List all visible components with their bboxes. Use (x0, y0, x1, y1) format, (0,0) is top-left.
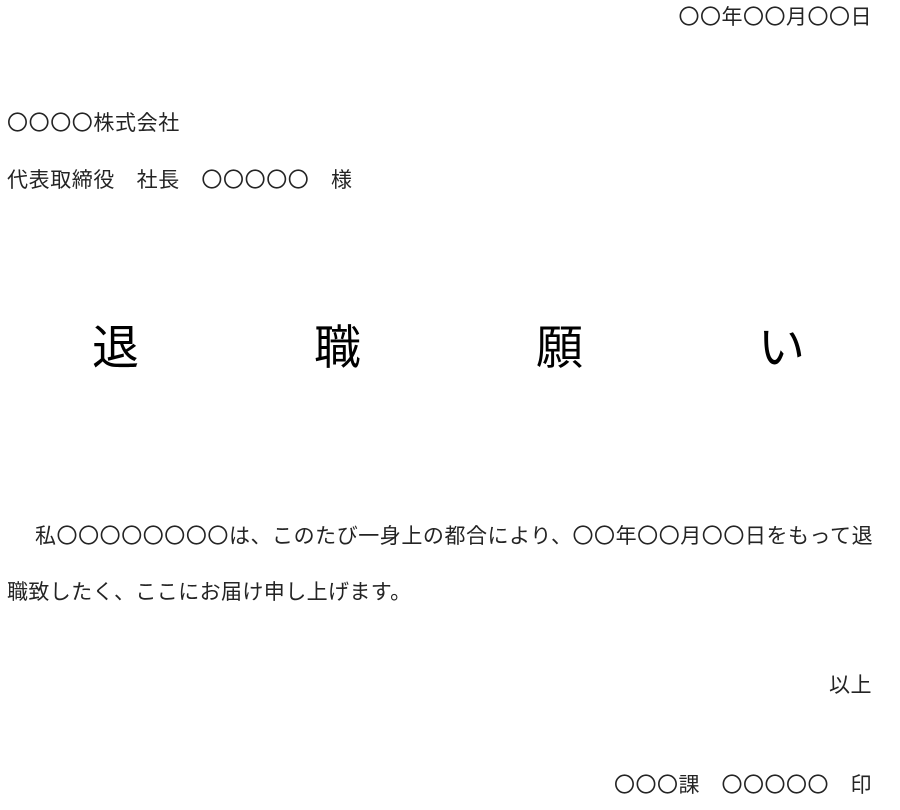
signature-line: 〇〇〇課 〇〇〇〇〇 印 (614, 773, 872, 797)
addressee-person: 代表取締役 社長 〇〇〇〇〇 様 (7, 168, 353, 192)
document-page: 〇〇年〇〇月〇〇日 〇〇〇〇株式会社 代表取締役 社長 〇〇〇〇〇 様 退職願い… (0, 0, 900, 810)
page-title: 退職願い (92, 321, 900, 376)
body-paragraph: 私〇〇〇〇〇〇〇〇は、このたび一身上の都合により、〇〇年〇〇月〇〇日をもって退職… (7, 524, 873, 604)
closing-note: 以上 (829, 673, 872, 697)
date-line: 〇〇年〇〇月〇〇日 (678, 5, 872, 29)
addressee-block: 〇〇〇〇株式会社 代表取締役 社長 〇〇〇〇〇 様 (7, 108, 707, 195)
addressee-company: 〇〇〇〇株式会社 (7, 111, 180, 135)
